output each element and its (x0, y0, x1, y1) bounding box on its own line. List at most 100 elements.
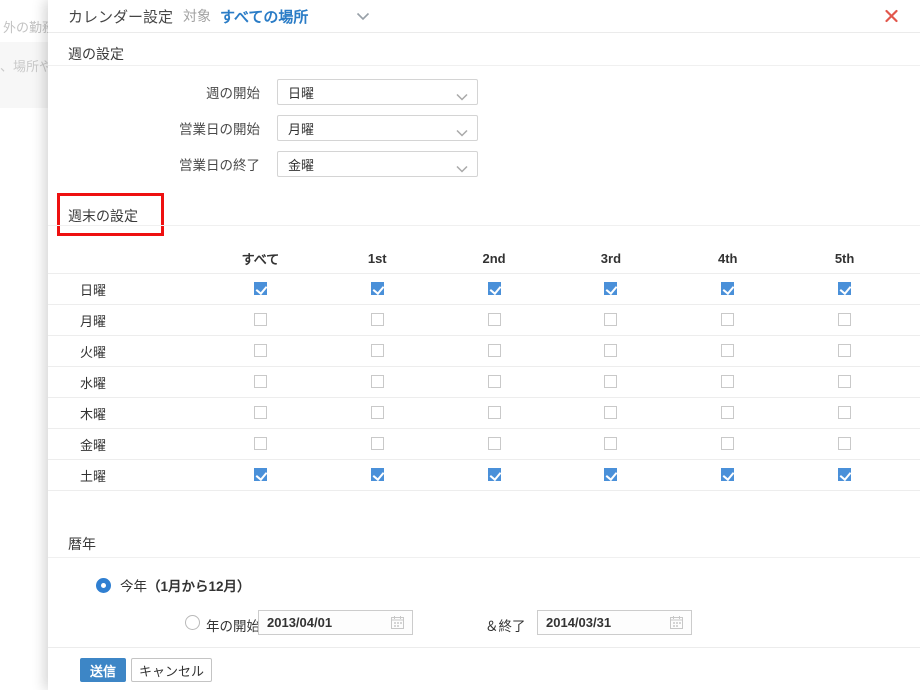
checkbox-cell (553, 280, 670, 298)
weekend-checkbox[interactable] (254, 282, 267, 295)
table-row: 木曜 (48, 397, 920, 428)
weekend-checkbox[interactable] (254, 344, 267, 357)
week-start-select[interactable]: 日曜 (277, 79, 478, 105)
footer: 送信 キャンセル (80, 658, 212, 682)
weekend-checkbox[interactable] (721, 282, 734, 295)
radio-this-year[interactable] (96, 578, 111, 593)
weekend-checkbox[interactable] (254, 437, 267, 450)
checkbox-cell (786, 404, 903, 422)
weekend-checkbox[interactable] (488, 437, 501, 450)
weekend-checkbox[interactable] (371, 468, 384, 481)
checkbox-cell (319, 311, 436, 329)
radio-option-this-year[interactable]: 今年（1月から12月） (96, 575, 251, 595)
year-end-date-input[interactable]: 2014/03/31 (537, 610, 692, 635)
field-row-business-start: 営業日の開始 月曜 (48, 115, 488, 141)
weekend-checkbox[interactable] (488, 468, 501, 481)
calendar-icon (391, 616, 404, 629)
weekend-checkbox[interactable] (604, 437, 617, 450)
checkbox-cell (319, 404, 436, 422)
background-panel (0, 42, 48, 108)
weekend-checkbox[interactable] (254, 375, 267, 388)
table-row: 日曜 (48, 273, 920, 304)
weekend-checkbox[interactable] (721, 406, 734, 419)
weekend-checkbox[interactable] (254, 313, 267, 326)
year-end-date-value: 2014/03/31 (546, 615, 611, 630)
table-row: 月曜 (48, 304, 920, 335)
checkbox-cell (553, 466, 670, 484)
checkbox-cell (202, 373, 319, 391)
checkbox-cell (786, 373, 903, 391)
checkbox-cell (202, 311, 319, 329)
weekend-checkbox[interactable] (604, 313, 617, 326)
business-end-select[interactable]: 金曜 (277, 151, 478, 177)
checkbox-cell (669, 435, 786, 453)
day-label: 金曜 (48, 435, 202, 454)
weekend-checkbox[interactable] (721, 344, 734, 357)
weekend-checkbox[interactable] (721, 468, 734, 481)
weekend-checkbox[interactable] (371, 282, 384, 295)
weekend-checkbox[interactable] (838, 313, 851, 326)
table-row: 火曜 (48, 335, 920, 366)
checkbox-cell (202, 466, 319, 484)
weekend-checkbox[interactable] (838, 437, 851, 450)
weekend-checkbox[interactable] (254, 406, 267, 419)
year-start-date-value: 2013/04/01 (267, 615, 332, 630)
weekend-checkbox[interactable] (721, 313, 734, 326)
business-start-select[interactable]: 月曜 (277, 115, 478, 141)
checkbox-cell (319, 373, 436, 391)
column-header: 3rd (553, 251, 670, 266)
day-label: 月曜 (48, 311, 202, 330)
checkbox-cell (319, 342, 436, 360)
close-button[interactable] (885, 10, 898, 23)
weekend-checkbox[interactable] (488, 406, 501, 419)
table-row: 土曜 (48, 459, 920, 490)
weekend-checkbox[interactable] (838, 375, 851, 388)
weekend-checkbox[interactable] (488, 344, 501, 357)
radio-custom-year[interactable] (185, 615, 200, 630)
checkbox-cell (319, 435, 436, 453)
checkbox-cell (319, 466, 436, 484)
weekend-checkbox[interactable] (721, 375, 734, 388)
cancel-button[interactable]: キャンセル (131, 658, 212, 682)
weekend-checkbox[interactable] (838, 344, 851, 357)
weekend-checkbox[interactable] (838, 406, 851, 419)
checkbox-cell (202, 404, 319, 422)
checkbox-cell (319, 280, 436, 298)
year-end-label: ＆終了 (485, 615, 526, 635)
weekend-checkbox[interactable] (604, 406, 617, 419)
submit-button[interactable]: 送信 (80, 658, 126, 682)
checkbox-cell (202, 280, 319, 298)
business-end-value: 金曜 (288, 155, 314, 174)
weekend-checkbox[interactable] (604, 468, 617, 481)
weekend-table-header: すべて 1st 2nd 3rd 4th 5th (48, 244, 920, 273)
weekend-checkbox[interactable] (721, 437, 734, 450)
weekend-checkbox[interactable] (371, 375, 384, 388)
weekend-checkbox[interactable] (604, 375, 617, 388)
weekend-checkbox[interactable] (371, 313, 384, 326)
year-start-date-input[interactable]: 2013/04/01 (258, 610, 413, 635)
weekend-checkbox[interactable] (604, 344, 617, 357)
x-icon (885, 10, 898, 23)
business-start-value: 月曜 (288, 119, 314, 138)
week-start-value: 日曜 (288, 83, 314, 102)
weekend-checkbox[interactable] (604, 282, 617, 295)
weekend-checkbox[interactable] (254, 468, 267, 481)
checkbox-cell (669, 466, 786, 484)
weekend-checkbox[interactable] (488, 375, 501, 388)
checkbox-cell (436, 404, 553, 422)
weekend-checkbox[interactable] (371, 437, 384, 450)
weekend-checkbox[interactable] (838, 468, 851, 481)
checkbox-cell (202, 342, 319, 360)
checkbox-cell (669, 311, 786, 329)
weekend-checkbox[interactable] (371, 406, 384, 419)
weekend-checkbox[interactable] (488, 313, 501, 326)
weekend-checkbox[interactable] (488, 282, 501, 295)
weekend-checkbox[interactable] (371, 344, 384, 357)
dialog-title: カレンダー設定 (68, 6, 173, 27)
weekend-table-body: 日曜月曜火曜水曜木曜金曜土曜 (48, 273, 920, 491)
checkbox-cell (553, 404, 670, 422)
scope-dropdown[interactable]: すべての場所 (211, 6, 370, 27)
radio-option-custom-year: 年の開始 2013/04/01 ＆終了 2014/03/31 (48, 610, 920, 635)
weekend-checkbox[interactable] (838, 282, 851, 295)
table-row: 水曜 (48, 366, 920, 397)
